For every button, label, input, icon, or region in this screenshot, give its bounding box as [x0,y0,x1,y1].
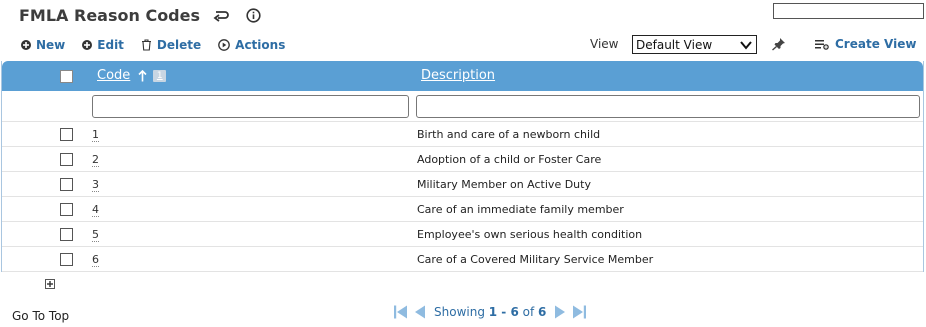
row-code-link[interactable]: 1 [92,128,99,142]
row-code-link[interactable]: 2 [92,153,99,167]
info-icon[interactable] [246,7,261,23]
create-view-label: Create View [835,37,917,51]
delete-button-label: Delete [156,38,202,52]
table-row: 5 Employee's own serious health conditio… [2,222,923,247]
pager-of: of [522,305,535,319]
view-label: View [590,37,619,51]
data-grid: Code 1 Description 1 Birth and care of a… [1,61,924,272]
filter-row [2,91,923,122]
sort-up-icon [138,69,147,82]
description-filter-input[interactable] [416,95,920,118]
first-page-icon[interactable] [393,304,409,320]
row-description: Care of a Covered Military Service Membe… [417,253,654,266]
table-row: 1 Birth and care of a newborn child [2,122,923,147]
chevron-down-icon [740,39,752,53]
row-checkbox[interactable] [60,128,73,141]
table-row: 4 Care of an immediate family member [2,197,923,222]
table-row: 6 Care of a Covered Military Service Mem… [2,247,923,272]
row-checkbox[interactable] [60,253,73,266]
row-checkbox[interactable] [60,178,73,191]
sort-order-badge: 1 [153,69,167,82]
next-page-icon[interactable] [554,304,566,320]
actions-button-label: Actions [235,38,286,52]
title-bar: FMLA Reason Codes [19,3,261,27]
view-select[interactable]: Default View [632,35,757,54]
pin-icon[interactable] [771,37,787,54]
select-all-checkbox[interactable] [60,70,73,83]
view-select-value: Default View [636,37,713,52]
column-header-code[interactable]: Code 1 [97,68,167,83]
go-to-top-link[interactable]: Go To Top [12,309,69,323]
edit-button-label: Edit [97,38,124,52]
row-checkbox[interactable] [60,203,73,216]
code-filter-input[interactable] [92,95,409,118]
column-header-description[interactable]: Description [421,68,495,83]
play-circle-icon [218,39,231,51]
create-view-icon [815,39,829,50]
prev-page-icon[interactable] [414,304,426,320]
table-row: 2 Adoption of a child or Foster Care [2,147,923,172]
row-code-link[interactable]: 5 [92,228,99,242]
plus-circle-icon [82,40,93,50]
trash-icon [141,39,152,51]
row-description: Military Member on Active Duty [417,178,591,191]
global-search-input[interactable] [773,3,924,19]
new-button-label: New [36,38,66,52]
pager-prefix: Showing [434,305,485,319]
edit-button[interactable]: Edit [82,38,124,52]
grid-header: Code 1 Description [2,61,923,91]
column-header-code-label: Code [97,68,131,83]
back-arrow-icon[interactable] [212,8,230,22]
pager-range: 1 - 6 [488,305,519,319]
pager-status: Showing 1 - 6 of 6 [434,305,546,319]
pagination: Showing 1 - 6 of 6 [393,303,587,321]
plus-circle-icon [21,40,31,50]
row-description: Adoption of a child or Foster Care [417,153,602,166]
toolbar: New Edit Delete Actions [21,36,302,54]
row-checkbox[interactable] [60,153,73,166]
row-code-link[interactable]: 3 [92,178,99,192]
table-row: 3 Military Member on Active Duty [2,172,923,197]
row-checkbox[interactable] [60,228,73,241]
new-button[interactable]: New [21,38,65,52]
row-description: Birth and care of a newborn child [417,128,601,141]
last-page-icon[interactable] [571,304,587,320]
pager-total: 6 [538,305,547,319]
create-view-button[interactable]: Create View [815,37,916,51]
actions-button[interactable]: Actions [218,38,285,52]
add-row-icon[interactable] [45,279,56,293]
row-code-link[interactable]: 6 [92,253,99,267]
row-description: Employee's own serious health condition [417,228,643,241]
delete-button[interactable]: Delete [141,38,201,52]
row-description: Care of an immediate family member [417,203,624,216]
page-title: FMLA Reason Codes [19,5,201,25]
row-code-link[interactable]: 4 [92,203,99,217]
